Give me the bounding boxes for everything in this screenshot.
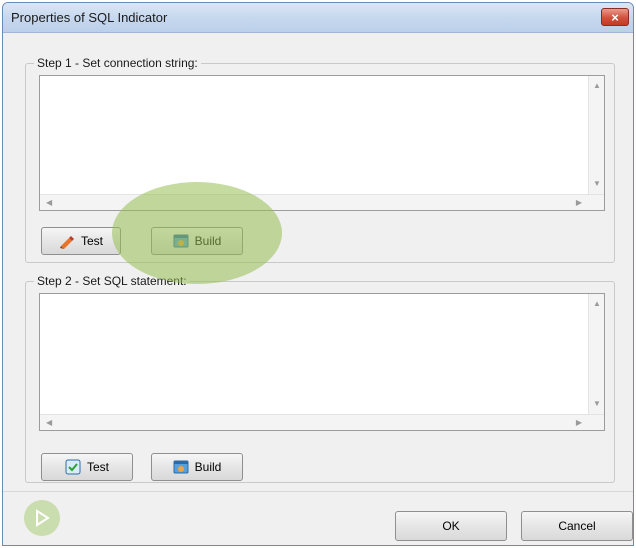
sql-statement-vertical-scrollbar[interactable]: ▲ ▼ [588, 294, 604, 414]
ok-button[interactable]: OK [395, 511, 507, 541]
window-title: Properties of SQL Indicator [11, 10, 168, 25]
step1-build-label: Build [194, 234, 222, 248]
close-icon: × [611, 9, 619, 25]
close-button[interactable]: × [601, 8, 629, 26]
build-icon [173, 234, 189, 248]
title-bar: Properties of SQL Indicator × [3, 3, 633, 33]
step2-test-button[interactable]: Test [41, 453, 133, 481]
sql-statement-horizontal-scrollbar[interactable]: ◀ ▶ [40, 414, 604, 430]
play-badge[interactable] [24, 500, 60, 536]
cancel-label: Cancel [558, 519, 596, 533]
scroll-down-arrow-icon[interactable]: ▼ [593, 180, 601, 188]
scroll-left-arrow-icon[interactable]: ◀ [46, 419, 52, 427]
sql-statement-textarea[interactable]: ▲ ▼ ◀ ▶ [39, 293, 605, 431]
cancel-button[interactable]: Cancel [521, 511, 633, 541]
scroll-up-arrow-icon[interactable]: ▲ [593, 82, 601, 90]
connection-string-textarea[interactable]: ▲ ▼ ◀ ▶ [39, 75, 605, 211]
scroll-right-arrow-icon[interactable]: ▶ [576, 199, 582, 207]
step1-test-label: Test [80, 234, 103, 248]
play-icon [36, 509, 50, 527]
step2-test-label: Test [86, 460, 109, 474]
scroll-down-arrow-icon[interactable]: ▼ [593, 400, 601, 408]
step2-build-button[interactable]: Build [151, 453, 243, 481]
footer-separator [3, 491, 633, 492]
build-icon [173, 460, 189, 474]
connection-string-horizontal-scrollbar[interactable]: ◀ ▶ [40, 194, 604, 210]
step1-build-button[interactable]: Build [151, 227, 243, 255]
step1-test-button[interactable]: Test [41, 227, 121, 255]
ok-label: OK [442, 519, 460, 533]
dialog-window: Properties of SQL Indicator × Step 1 - S… [2, 2, 634, 546]
step2-legend: Step 2 - Set SQL statement: [34, 274, 190, 288]
pencil-icon [59, 236, 74, 249]
scroll-up-arrow-icon[interactable]: ▲ [593, 300, 601, 308]
connection-string-vertical-scrollbar[interactable]: ▲ ▼ [588, 76, 604, 194]
step2-build-label: Build [194, 460, 222, 474]
scroll-right-arrow-icon[interactable]: ▶ [576, 419, 582, 427]
step1-legend: Step 1 - Set connection string: [34, 56, 201, 70]
scroll-left-arrow-icon[interactable]: ◀ [46, 199, 52, 207]
checkbox-icon [65, 459, 81, 475]
